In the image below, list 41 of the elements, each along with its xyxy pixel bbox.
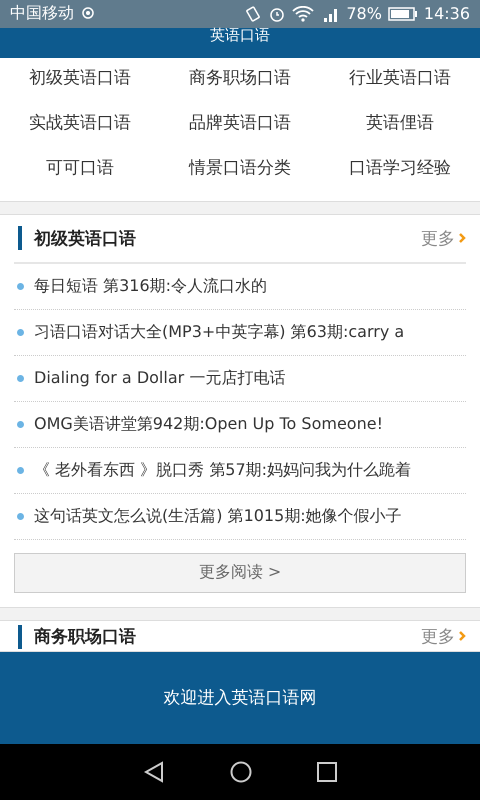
bullet-icon bbox=[17, 466, 24, 474]
article-link[interactable]: Dialing for a Dollar 一元店打电话 bbox=[14, 356, 466, 402]
category-link[interactable]: 情景口语分类 bbox=[160, 152, 320, 197]
bullet-icon bbox=[17, 282, 24, 290]
section-title: 初级英语口语 bbox=[34, 228, 137, 250]
category-link[interactable]: 英语俚语 bbox=[320, 106, 480, 152]
battery-percent: 78% bbox=[346, 4, 382, 24]
back-icon[interactable] bbox=[142, 761, 165, 784]
battery-icon bbox=[388, 6, 418, 21]
recents-icon[interactable] bbox=[317, 762, 338, 782]
bullet-icon bbox=[17, 374, 24, 382]
chevron-icon bbox=[458, 232, 466, 244]
wifi-icon bbox=[292, 6, 314, 22]
page-title: 英语口语 bbox=[210, 28, 270, 42]
category-link[interactable]: 口语学习经验 bbox=[320, 152, 480, 197]
bullet-icon bbox=[17, 420, 24, 428]
clock-time: 14:36 bbox=[424, 4, 470, 24]
bullet-icon bbox=[17, 328, 24, 336]
section-title: 商务职场口语 bbox=[34, 626, 137, 648]
more-link[interactable]: 更多 bbox=[421, 624, 466, 648]
chevron-icon bbox=[458, 630, 466, 642]
category-link[interactable]: 商务职场口语 bbox=[160, 62, 320, 107]
article-link[interactable]: 《 老外看东西 》脱口秀 第57期:妈妈问我为什么跪着 bbox=[14, 448, 466, 494]
bullet-icon bbox=[17, 512, 24, 520]
home-icon[interactable] bbox=[230, 761, 252, 784]
category-link[interactable]: 实战英语口语 bbox=[0, 106, 160, 152]
article-link[interactable]: 习语口语对话大全(MP3+中英字幕) 第63期:carry a bbox=[14, 310, 466, 356]
category-link[interactable]: 品牌英语口语 bbox=[160, 106, 320, 152]
article-link[interactable]: 这句话英文怎么说(生活篇) 第1015期:她像个假小子 bbox=[14, 494, 466, 540]
article-link[interactable]: OMG美语讲堂第942期:Open Up To Someone! bbox=[14, 402, 466, 448]
vibrate-icon bbox=[244, 4, 262, 23]
category-link[interactable]: 可可口语 bbox=[0, 152, 160, 197]
section-marker bbox=[18, 624, 22, 649]
read-more-button[interactable]: 更多阅读 > bbox=[14, 552, 466, 593]
welcome-text: 欢迎进入英语口语网 bbox=[164, 687, 316, 710]
more-link[interactable]: 更多 bbox=[421, 226, 466, 250]
category-link[interactable]: 初级英语口语 bbox=[0, 62, 160, 107]
article-link[interactable]: 每日短语 第316期:令人流口水的 bbox=[14, 264, 466, 310]
section-marker bbox=[18, 226, 22, 250]
carrier-name: 中国移动 bbox=[10, 3, 74, 24]
category-link[interactable]: 行业英语口语 bbox=[320, 62, 480, 107]
